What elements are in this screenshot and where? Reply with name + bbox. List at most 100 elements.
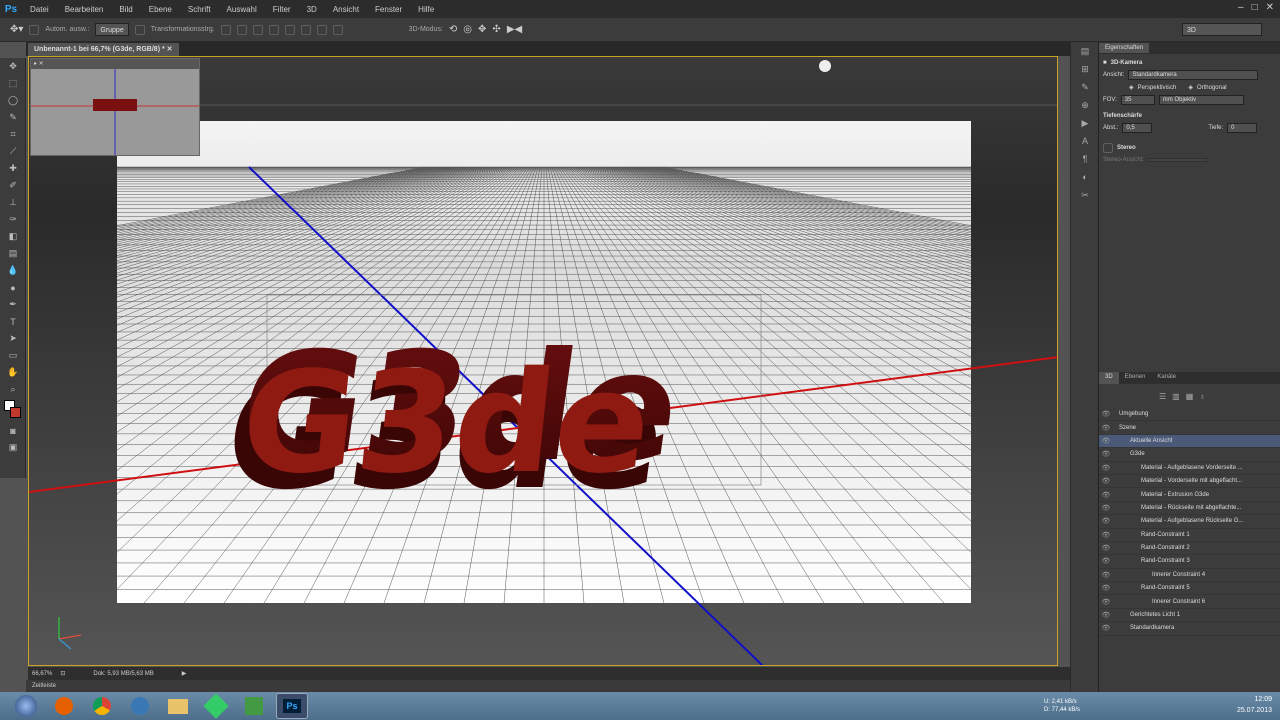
visibility-eye-icon[interactable]: 👁 (1099, 450, 1113, 458)
align-left-icon[interactable] (268, 24, 279, 35)
scene-list-item[interactable]: 👁 Innerer Constraint 4 (1099, 569, 1280, 583)
menu-bearbeiten[interactable]: Bearbeiten (57, 5, 112, 14)
scene-list-item[interactable]: 👁 G3de (1099, 448, 1280, 462)
visibility-eye-icon[interactable]: 👁 (1099, 557, 1113, 565)
healing-tool-icon[interactable]: ✚ (0, 160, 26, 177)
camera-3d-icon[interactable]: ▶◀ (507, 24, 522, 35)
scene-list-item[interactable]: 👁 Material - Aufgeblasene Vorderseite ... (1099, 462, 1280, 475)
scene-list-item[interactable]: 👁 Material - Extrusion G3de (1099, 488, 1280, 502)
color-swatches-icon[interactable] (0, 398, 26, 422)
scene-list-item[interactable]: 👁 Rand-Constraint 5 (1099, 582, 1280, 596)
character-icon[interactable]: A (1071, 132, 1099, 150)
workspace-select[interactable]: 3D (1182, 23, 1262, 36)
app-icon-2[interactable] (238, 693, 270, 719)
scene-list-item[interactable]: 👁 Rand-Constraint 1 (1099, 529, 1280, 542)
scene-list-item[interactable]: 👁 Innerer Constraint 6 (1099, 595, 1280, 609)
menu-auswahl[interactable]: Auswahl (219, 5, 265, 14)
menu-fenster[interactable]: Fenster (367, 5, 410, 14)
doc-info-icon[interactable]: ⊡ (60, 670, 65, 677)
checkbox-autoselect[interactable] (29, 24, 40, 35)
zoom-tool-icon[interactable]: ⌕ (0, 381, 26, 398)
maximize-icon[interactable]: □ (1252, 2, 1258, 13)
marquee-tool-icon[interactable]: ⬚ (0, 75, 26, 92)
fov-unit-select[interactable]: mm Objektiv (1158, 95, 1244, 105)
scene-list-item[interactable]: 👁 Material - Vorderseite mit abgeflacht..… (1099, 475, 1280, 489)
brush-preset-icon[interactable]: ✎ (1071, 78, 1099, 96)
gradient-tool-icon[interactable]: ▤ (0, 245, 26, 262)
visibility-eye-icon[interactable]: 👁 (1099, 611, 1113, 619)
scene-list-item[interactable]: 👁 Rand-Constraint 2 (1099, 542, 1280, 556)
align-middle-icon[interactable] (236, 24, 247, 35)
stamp-tool-icon[interactable]: ⊥ (0, 194, 26, 211)
visibility-eye-icon[interactable]: 👁 (1099, 571, 1113, 579)
pan-3d-icon[interactable]: ✥ (478, 24, 486, 35)
dodge-tool-icon[interactable]: ● (0, 279, 26, 296)
menu-3d[interactable]: 3D (299, 5, 325, 14)
quick-select-tool-icon[interactable]: ✎ (0, 109, 26, 126)
perspective-icon[interactable]: ◈ (1129, 84, 1134, 91)
close-icon[interactable]: ✕ (1266, 2, 1274, 13)
firefox-icon[interactable] (48, 693, 80, 719)
tools-icon[interactable]: ✂ (1071, 186, 1099, 204)
stereo-view-select[interactable] (1148, 158, 1209, 162)
roll-3d-icon[interactable]: ◎ (463, 24, 472, 35)
screen-mode-icon[interactable]: ▣ (0, 439, 26, 456)
zoom-level[interactable]: 66,67% (32, 671, 52, 677)
checkbox-transform[interactable] (134, 24, 145, 35)
blur-tool-icon[interactable]: 💧 (0, 262, 26, 279)
menu-schrift[interactable]: Schrift (180, 5, 219, 14)
scene-list-item[interactable]: 👁 Rand-Constraint 3 (1099, 555, 1280, 569)
depth-input[interactable]: 0 (1227, 123, 1258, 133)
type-tool-icon[interactable]: T (0, 313, 26, 330)
properties-icon[interactable]: ⊞ (1071, 60, 1099, 78)
menu-filter[interactable]: Filter (265, 5, 299, 14)
minimize-icon[interactable]: – (1238, 2, 1244, 13)
clone-source-icon[interactable]: ⊕ (1071, 96, 1099, 114)
menu-bild[interactable]: Bild (111, 5, 140, 14)
visibility-eye-icon[interactable]: 👁 (1099, 424, 1113, 432)
visibility-eye-icon[interactable]: 👁 (1099, 517, 1113, 525)
menu-datei[interactable]: Datei (22, 5, 57, 14)
eyedropper-tool-icon[interactable]: ⟋ (0, 143, 26, 160)
distance-input[interactable]: 0,5 (1122, 123, 1153, 133)
scene-list-item[interactable]: 👁 Umgebung (1099, 408, 1280, 422)
move-tool-icon[interactable]: ✥▾ (10, 24, 23, 35)
perspective-label[interactable]: Perspektivisch (1138, 85, 1177, 91)
filter-scene-icon[interactable]: ☰ (1159, 392, 1166, 401)
stereo-checkbox[interactable] (1103, 143, 1113, 153)
chrome-icon[interactable] (86, 693, 118, 719)
menu-ansicht[interactable]: Ansicht (325, 5, 367, 14)
adjustments-icon[interactable]: ◐ (1071, 168, 1099, 186)
align-center-icon[interactable] (284, 24, 295, 35)
visibility-eye-icon[interactable]: 👁 (1099, 464, 1113, 472)
scene-list-item[interactable]: 👁 Material - Aufgeblasene Rückseite G... (1099, 515, 1280, 529)
lasso-tool-icon[interactable]: ◯ (0, 92, 26, 109)
scene-list-item[interactable]: 👁 Gerichtetes Licht 1 (1099, 609, 1280, 623)
eraser-tool-icon[interactable]: ◧ (0, 228, 26, 245)
scene-list-item[interactable]: 👁 Szene (1099, 421, 1280, 435)
distribute-2-icon[interactable] (332, 24, 343, 35)
menu-hilfe[interactable]: Hilfe (410, 5, 442, 14)
visibility-eye-icon[interactable]: 👁 (1099, 477, 1113, 485)
visibility-eye-icon[interactable]: 👁 (1099, 491, 1113, 499)
align-right-icon[interactable] (300, 24, 311, 35)
rotate-3d-icon[interactable]: ⟲ (449, 24, 457, 35)
visibility-eye-icon[interactable]: 👁 (1099, 624, 1113, 632)
ortho-label[interactable]: Orthogonal (1197, 85, 1227, 91)
shape-tool-icon[interactable]: ▭ (0, 347, 26, 364)
scene-list-item[interactable]: 👁 Standardkamera (1099, 622, 1280, 636)
visibility-eye-icon[interactable]: 👁 (1099, 598, 1113, 606)
scene-list-item[interactable]: 👁 Material - Rückseite mit abgeflachte... (1099, 502, 1280, 516)
timeline-panel-tab[interactable]: Zeitleiste (26, 680, 1070, 692)
visibility-eye-icon[interactable]: 👁 (1099, 584, 1113, 592)
tab-3d[interactable]: 3D (1099, 372, 1119, 384)
tab-ebenen[interactable]: Ebenen (1119, 372, 1152, 384)
filter-light-icon[interactable]: ♁ (1199, 392, 1205, 401)
3d-text-object[interactable]: G3de G3de G3de (215, 320, 690, 523)
start-button-icon[interactable] (10, 693, 42, 719)
explorer-icon[interactable] (162, 693, 194, 719)
actions-icon[interactable]: ▶ (1071, 114, 1099, 132)
fov-input[interactable]: 35 (1120, 95, 1155, 105)
tab-kanaele[interactable]: Kanäle (1151, 372, 1182, 384)
photoshop-taskbar-icon[interactable]: Ps (276, 693, 308, 719)
